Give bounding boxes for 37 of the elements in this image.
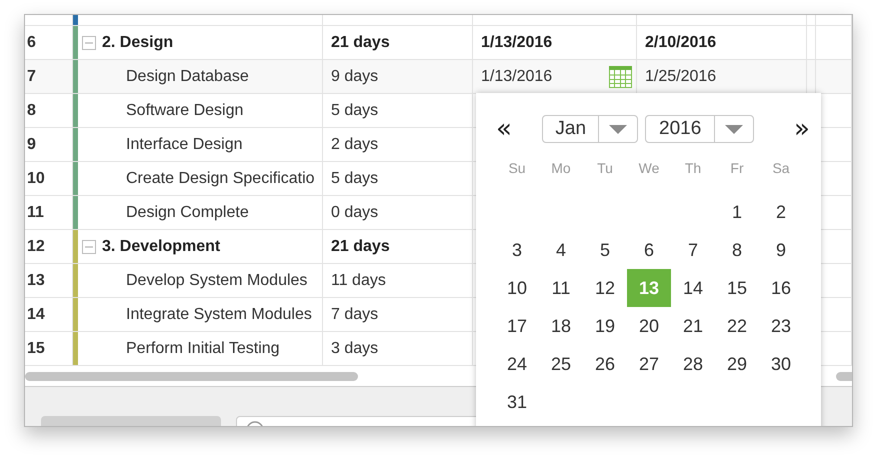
start-date: 1/13/2016 <box>481 34 552 52</box>
task-name: Design Database <box>126 68 249 86</box>
calendar-day[interactable]: 31 <box>495 383 539 421</box>
duration-cell: 5 days <box>331 102 378 120</box>
task-name: Create Design Specificatio <box>126 170 315 188</box>
duration-cell: 5 days <box>331 170 378 188</box>
duration-cell: 9 days <box>331 68 378 86</box>
duration-cell: 0 days <box>331 204 378 222</box>
task-name: Perform Initial Testing <box>126 340 280 358</box>
table-row[interactable]: 7 Design Database 9 days 1/13/2016 1/25/2016 <box>25 60 852 94</box>
weekday-label: Th <box>684 159 702 178</box>
start-date: 1/13/2016 <box>481 68 552 86</box>
task-name: Design Complete <box>126 204 249 222</box>
finish-date: 2/10/2016 <box>645 34 716 52</box>
weekday-label: Tu <box>596 159 614 178</box>
weekday-label: Mo <box>550 159 572 178</box>
task-name: 2. Design <box>102 34 174 52</box>
duration-cell: 21 days <box>331 238 390 256</box>
weekday-label: Sa <box>771 159 791 178</box>
task-name: Software Design <box>126 102 244 120</box>
year-dropdown[interactable]: 2016 <box>645 115 754 143</box>
duration-cell: 21 days <box>331 34 390 52</box>
month-dropdown[interactable]: Jan <box>542 115 638 143</box>
weekday-label: We <box>638 159 660 178</box>
duration-cell: 11 days <box>331 272 386 290</box>
finish-date: 1/25/2016 <box>645 68 716 86</box>
duration-cell: 7 days <box>331 306 378 324</box>
task-name: Interface Design <box>126 136 243 154</box>
duration-cell: 2 days <box>331 136 378 154</box>
calendar-day[interactable]: 2 <box>759 193 803 231</box>
weekday-label: Su <box>507 159 527 178</box>
task-name: Integrate System Modules <box>126 306 312 324</box>
calendar-day[interactable]: 1 <box>715 193 759 231</box>
weekday-label: Fr <box>729 159 745 178</box>
task-name: 3. Development <box>102 238 220 256</box>
duration-cell: 3 days <box>331 340 378 358</box>
task-name: Develop System Modules <box>126 272 308 290</box>
